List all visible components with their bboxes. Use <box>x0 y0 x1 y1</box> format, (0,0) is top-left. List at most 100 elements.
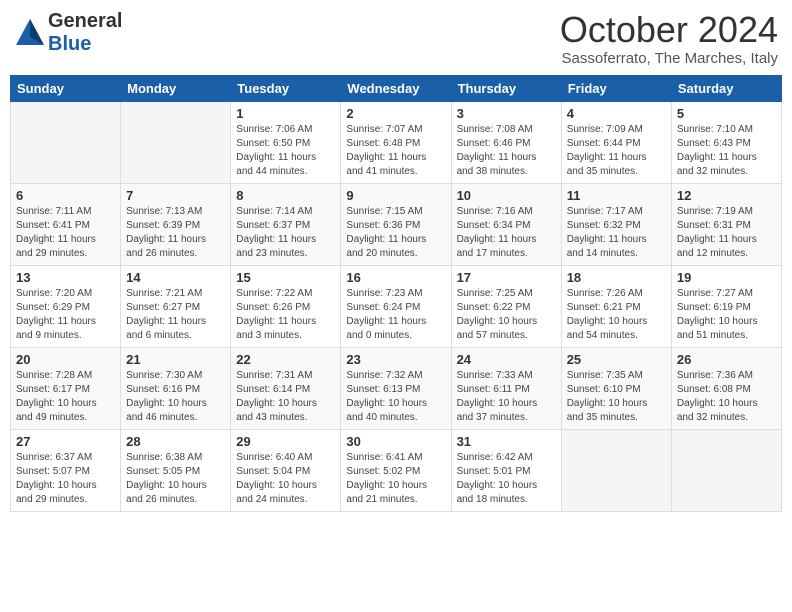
day-number: 5 <box>677 106 776 121</box>
day-number: 4 <box>567 106 666 121</box>
calendar-week-row: 27 Sunrise: 6:37 AM Sunset: 5:07 PM Dayli… <box>11 429 782 511</box>
calendar-cell: 27 Sunrise: 6:37 AM Sunset: 5:07 PM Dayli… <box>11 429 121 511</box>
calendar-cell: 12Sunrise: 7:19 AM Sunset: 6:31 PM Dayli… <box>671 183 781 265</box>
logo: General Blue <box>14 10 122 56</box>
day-number: 28 <box>126 434 225 449</box>
calendar-cell: 31Sunrise: 6:42 AM Sunset: 5:01 PM Dayli… <box>451 429 561 511</box>
day-info: Sunrise: 7:21 AM Sunset: 6:27 PM Dayligh… <box>126 287 225 343</box>
calendar-cell: 28 Sunrise: 6:38 AM Sunset: 5:05 PM Dayli… <box>121 429 231 511</box>
day-number: 15 <box>236 270 335 285</box>
calendar-header-row: SundayMondayTuesdayWednesdayThursdayFrid… <box>11 75 782 101</box>
day-number: 20 <box>16 352 115 367</box>
day-info: Sunrise: 7:14 AM Sunset: 6:37 PM Dayligh… <box>236 205 335 261</box>
day-info: Sunrise: 7:15 AM Sunset: 6:36 PM Dayligh… <box>346 205 445 261</box>
calendar-week-row: 6 Sunrise: 7:11 AM Sunset: 6:41 PM Daylig… <box>11 183 782 265</box>
day-info: Sunrise: 7:27 AM Sunset: 6:19 PM Dayligh… <box>677 287 776 343</box>
day-number: 3 <box>457 106 556 121</box>
day-number: 13 <box>16 270 115 285</box>
calendar-header-monday: Monday <box>121 75 231 101</box>
calendar-cell <box>671 429 781 511</box>
calendar-cell: 9 Sunrise: 7:15 AM Sunset: 6:36 PM Daylig… <box>341 183 451 265</box>
day-number: 26 <box>677 352 776 367</box>
day-number: 12 <box>677 188 776 203</box>
day-number: 27 <box>16 434 115 449</box>
day-number: 24 <box>457 352 556 367</box>
day-info: Sunrise: 6:42 AM Sunset: 5:01 PM Dayligh… <box>457 451 556 507</box>
day-info: Sunrise: 7:30 AM Sunset: 6:16 PM Dayligh… <box>126 369 225 425</box>
calendar-cell: 11Sunrise: 7:17 AM Sunset: 6:32 PM Dayli… <box>561 183 671 265</box>
day-info: Sunrise: 7:28 AM Sunset: 6:17 PM Dayligh… <box>16 369 115 425</box>
day-number: 6 <box>16 188 115 203</box>
calendar-cell: 23 Sunrise: 7:32 AM Sunset: 6:13 PM Dayli… <box>341 347 451 429</box>
day-number: 11 <box>567 188 666 203</box>
calendar-cell: 20 Sunrise: 7:28 AM Sunset: 6:17 PM Dayli… <box>11 347 121 429</box>
calendar-cell: 3 Sunrise: 7:08 AM Sunset: 6:46 PM Daylig… <box>451 101 561 183</box>
day-number: 1 <box>236 106 335 121</box>
day-number: 18 <box>567 270 666 285</box>
calendar-cell: 10 Sunrise: 7:16 AM Sunset: 6:34 PM Dayli… <box>451 183 561 265</box>
calendar-cell <box>11 101 121 183</box>
day-info: Sunrise: 6:41 AM Sunset: 5:02 PM Dayligh… <box>346 451 445 507</box>
page-header: General Blue October 2024 Sassoferrato, … <box>10 10 782 67</box>
calendar-table: SundayMondayTuesdayWednesdayThursdayFrid… <box>10 75 782 512</box>
day-number: 10 <box>457 188 556 203</box>
day-info: Sunrise: 7:36 AM Sunset: 6:08 PM Dayligh… <box>677 369 776 425</box>
day-number: 8 <box>236 188 335 203</box>
calendar-cell: 24Sunrise: 7:33 AM Sunset: 6:11 PM Dayli… <box>451 347 561 429</box>
day-number: 16 <box>346 270 445 285</box>
day-number: 7 <box>126 188 225 203</box>
day-number: 25 <box>567 352 666 367</box>
logo-blue-text: Blue <box>48 33 91 55</box>
calendar-cell: 8 Sunrise: 7:14 AM Sunset: 6:37 PM Daylig… <box>231 183 341 265</box>
calendar-cell <box>121 101 231 183</box>
calendar-header-tuesday: Tuesday <box>231 75 341 101</box>
calendar-cell: 16 Sunrise: 7:23 AM Sunset: 6:24 PM Dayli… <box>341 265 451 347</box>
calendar-cell: 6 Sunrise: 7:11 AM Sunset: 6:41 PM Daylig… <box>11 183 121 265</box>
calendar-cell: 4 Sunrise: 7:09 AM Sunset: 6:44 PM Daylig… <box>561 101 671 183</box>
calendar-cell: 14Sunrise: 7:21 AM Sunset: 6:27 PM Dayli… <box>121 265 231 347</box>
location-text: Sassoferrato, The Marches, Italy <box>560 50 778 67</box>
day-number: 22 <box>236 352 335 367</box>
calendar-cell: 18 Sunrise: 7:26 AM Sunset: 6:21 PM Dayli… <box>561 265 671 347</box>
calendar-header-sunday: Sunday <box>11 75 121 101</box>
day-number: 21 <box>126 352 225 367</box>
calendar-cell: 19 Sunrise: 7:27 AM Sunset: 6:19 PM Dayli… <box>671 265 781 347</box>
day-info: Sunrise: 7:23 AM Sunset: 6:24 PM Dayligh… <box>346 287 445 343</box>
day-info: Sunrise: 7:32 AM Sunset: 6:13 PM Dayligh… <box>346 369 445 425</box>
day-info: Sunrise: 7:08 AM Sunset: 6:46 PM Dayligh… <box>457 123 556 179</box>
day-info: Sunrise: 6:40 AM Sunset: 5:04 PM Dayligh… <box>236 451 335 507</box>
day-number: 9 <box>346 188 445 203</box>
day-info: Sunrise: 7:31 AM Sunset: 6:14 PM Dayligh… <box>236 369 335 425</box>
calendar-cell: 25Sunrise: 7:35 AM Sunset: 6:10 PM Dayli… <box>561 347 671 429</box>
calendar-cell <box>561 429 671 511</box>
calendar-cell: 21 Sunrise: 7:30 AM Sunset: 6:16 PM Dayli… <box>121 347 231 429</box>
calendar-cell: 15Sunrise: 7:22 AM Sunset: 6:26 PM Dayli… <box>231 265 341 347</box>
day-info: Sunrise: 7:13 AM Sunset: 6:39 PM Dayligh… <box>126 205 225 261</box>
day-number: 17 <box>457 270 556 285</box>
logo-general-text: General <box>48 10 122 32</box>
calendar-cell: 17 Sunrise: 7:25 AM Sunset: 6:22 PM Dayli… <box>451 265 561 347</box>
day-number: 2 <box>346 106 445 121</box>
calendar-header-friday: Friday <box>561 75 671 101</box>
title-area: October 2024 Sassoferrato, The Marches, … <box>560 10 778 67</box>
calendar-header-saturday: Saturday <box>671 75 781 101</box>
day-info: Sunrise: 7:26 AM Sunset: 6:21 PM Dayligh… <box>567 287 666 343</box>
day-info: Sunrise: 7:06 AM Sunset: 6:50 PM Dayligh… <box>236 123 335 179</box>
day-number: 30 <box>346 434 445 449</box>
calendar-cell: 29Sunrise: 6:40 AM Sunset: 5:04 PM Dayli… <box>231 429 341 511</box>
calendar-header-wednesday: Wednesday <box>341 75 451 101</box>
day-info: Sunrise: 7:16 AM Sunset: 6:34 PM Dayligh… <box>457 205 556 261</box>
day-info: Sunrise: 7:25 AM Sunset: 6:22 PM Dayligh… <box>457 287 556 343</box>
day-info: Sunrise: 6:38 AM Sunset: 5:05 PM Dayligh… <box>126 451 225 507</box>
day-info: Sunrise: 6:37 AM Sunset: 5:07 PM Dayligh… <box>16 451 115 507</box>
day-info: Sunrise: 7:09 AM Sunset: 6:44 PM Dayligh… <box>567 123 666 179</box>
day-number: 19 <box>677 270 776 285</box>
calendar-cell: 1 Sunrise: 7:06 AM Sunset: 6:50 PM Daylig… <box>231 101 341 183</box>
calendar-cell: 30 Sunrise: 6:41 AM Sunset: 5:02 PM Dayli… <box>341 429 451 511</box>
calendar-cell: 7 Sunrise: 7:13 AM Sunset: 6:39 PM Daylig… <box>121 183 231 265</box>
day-info: Sunrise: 7:07 AM Sunset: 6:48 PM Dayligh… <box>346 123 445 179</box>
day-info: Sunrise: 7:11 AM Sunset: 6:41 PM Dayligh… <box>16 205 115 261</box>
day-number: 23 <box>346 352 445 367</box>
calendar-week-row: 13Sunrise: 7:20 AM Sunset: 6:29 PM Dayli… <box>11 265 782 347</box>
calendar-cell: 5Sunrise: 7:10 AM Sunset: 6:43 PM Daylig… <box>671 101 781 183</box>
